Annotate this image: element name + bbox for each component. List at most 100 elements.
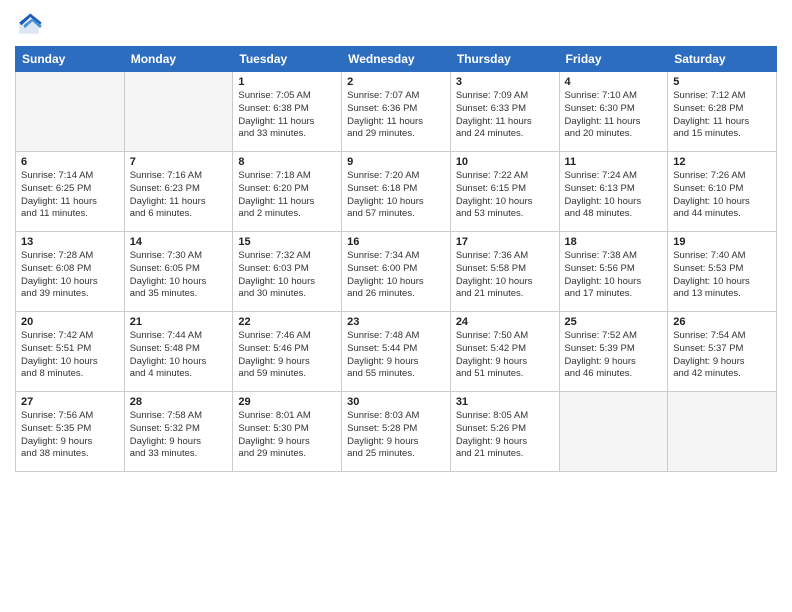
cell-text-line: Daylight: 11 hours — [130, 196, 228, 209]
cell-text-line: Sunrise: 7:32 AM — [238, 250, 336, 263]
calendar-cell: 26Sunrise: 7:54 AMSunset: 5:37 PMDayligh… — [668, 312, 777, 392]
day-number: 2 — [347, 76, 445, 88]
day-number: 27 — [21, 396, 119, 408]
calendar-cell: 9Sunrise: 7:20 AMSunset: 6:18 PMDaylight… — [342, 152, 451, 232]
cell-text-line: Sunset: 5:35 PM — [21, 423, 119, 436]
cell-text-line: and 46 minutes. — [565, 368, 663, 381]
cell-text-line: Sunset: 6:25 PM — [21, 183, 119, 196]
day-number: 29 — [238, 396, 336, 408]
calendar-cell: 23Sunrise: 7:48 AMSunset: 5:44 PMDayligh… — [342, 312, 451, 392]
day-number: 6 — [21, 156, 119, 168]
cell-text-line: Sunset: 5:46 PM — [238, 343, 336, 356]
cell-text-line: Sunrise: 7:48 AM — [347, 330, 445, 343]
day-number: 19 — [673, 236, 771, 248]
cell-text-line: Daylight: 9 hours — [673, 356, 771, 369]
cell-text-line: Daylight: 10 hours — [456, 276, 554, 289]
day-number: 4 — [565, 76, 663, 88]
cell-text-line: Daylight: 10 hours — [347, 196, 445, 209]
day-number: 14 — [130, 236, 228, 248]
cell-text-line: and 42 minutes. — [673, 368, 771, 381]
cell-text-line: Sunset: 6:03 PM — [238, 263, 336, 276]
page-header — [15, 10, 777, 38]
day-header-saturday: Saturday — [668, 47, 777, 72]
cell-text-line: Sunrise: 7:09 AM — [456, 90, 554, 103]
day-number: 3 — [456, 76, 554, 88]
day-header-tuesday: Tuesday — [233, 47, 342, 72]
calendar-table: SundayMondayTuesdayWednesdayThursdayFrid… — [15, 46, 777, 472]
cell-text-line: Daylight: 11 hours — [673, 116, 771, 129]
logo-icon — [15, 10, 43, 38]
cell-text-line: and 8 minutes. — [21, 368, 119, 381]
calendar-cell: 3 Sunrise: 7:09 AMSunset: 6:33 PMDaylight… — [450, 72, 559, 152]
calendar-cell: 28Sunrise: 7:58 AMSunset: 5:32 PMDayligh… — [124, 392, 233, 472]
cell-text-line: Daylight: 11 hours — [456, 116, 554, 129]
calendar-cell: 24Sunrise: 7:50 AMSunset: 5:42 PMDayligh… — [450, 312, 559, 392]
cell-text-line: Sunset: 6:08 PM — [21, 263, 119, 276]
day-number: 25 — [565, 316, 663, 328]
cell-text-line: and 2 minutes. — [238, 208, 336, 221]
day-number: 7 — [130, 156, 228, 168]
calendar-cell: 5Sunrise: 7:12 AMSunset: 6:28 PMDaylight… — [668, 72, 777, 152]
cell-text-line: Sunset: 5:58 PM — [456, 263, 554, 276]
day-number: 26 — [673, 316, 771, 328]
cell-text-line: Sunrise: 7:26 AM — [673, 170, 771, 183]
cell-text-line: and 57 minutes. — [347, 208, 445, 221]
calendar-cell: 22 Sunrise: 7:46 AMSunset: 5:46 PMDayligh… — [233, 312, 342, 392]
calendar-cell: 25Sunrise: 7:52 AMSunset: 5:39 PMDayligh… — [559, 312, 668, 392]
cell-text-line: and 53 minutes. — [456, 208, 554, 221]
calendar-cell: 6Sunrise: 7:14 AMSunset: 6:25 PMDaylight… — [16, 152, 125, 232]
day-number: 18 — [565, 236, 663, 248]
cell-text-line: and 33 minutes. — [238, 128, 336, 141]
cell-text-line: and 24 minutes. — [456, 128, 554, 141]
cell-text-line: Sunrise: 7:24 AM — [565, 170, 663, 183]
day-number: 24 — [456, 316, 554, 328]
cell-text-line: Sunset: 6:00 PM — [347, 263, 445, 276]
cell-text-line: Sunset: 5:32 PM — [130, 423, 228, 436]
cell-text-line: Daylight: 10 hours — [21, 356, 119, 369]
cell-text-line: Sunrise: 7:58 AM — [130, 410, 228, 423]
calendar-cell: 18Sunrise: 7:38 AMSunset: 5:56 PMDayligh… — [559, 232, 668, 312]
cell-text-line: Daylight: 9 hours — [238, 356, 336, 369]
cell-text-line: and 26 minutes. — [347, 288, 445, 301]
cell-text-line: Sunrise: 7:22 AM — [456, 170, 554, 183]
cell-text-line: Daylight: 10 hours — [456, 196, 554, 209]
cell-text-line: and 25 minutes. — [347, 448, 445, 461]
cell-text-line: and 29 minutes. — [238, 448, 336, 461]
cell-text-line: Sunrise: 7:05 AM — [238, 90, 336, 103]
cell-text-line: Sunrise: 7:56 AM — [21, 410, 119, 423]
cell-text-line: Sunset: 5:51 PM — [21, 343, 119, 356]
calendar-cell: 20Sunrise: 7:42 AMSunset: 5:51 PMDayligh… — [16, 312, 125, 392]
cell-text-line: Daylight: 10 hours — [238, 276, 336, 289]
cell-text-line: and 21 minutes. — [456, 448, 554, 461]
cell-text-line: Sunset: 5:42 PM — [456, 343, 554, 356]
calendar-cell: 16Sunrise: 7:34 AMSunset: 6:00 PMDayligh… — [342, 232, 451, 312]
cell-text-line: Daylight: 10 hours — [347, 276, 445, 289]
cell-text-line: Sunrise: 7:54 AM — [673, 330, 771, 343]
day-number: 22 — [238, 316, 336, 328]
cell-text-line: Sunrise: 7:50 AM — [456, 330, 554, 343]
cell-text-line: Sunset: 6:38 PM — [238, 103, 336, 116]
cell-text-line: Daylight: 9 hours — [347, 436, 445, 449]
cell-text-line: Sunrise: 7:38 AM — [565, 250, 663, 263]
day-number: 1 — [238, 76, 336, 88]
cell-text-line: Sunrise: 8:05 AM — [456, 410, 554, 423]
cell-text-line: Sunrise: 7:34 AM — [347, 250, 445, 263]
day-header-monday: Monday — [124, 47, 233, 72]
cell-text-line: Daylight: 9 hours — [456, 436, 554, 449]
day-number: 5 — [673, 76, 771, 88]
cell-text-line: Sunset: 5:26 PM — [456, 423, 554, 436]
cell-text-line: Daylight: 10 hours — [673, 196, 771, 209]
calendar-cell: 17Sunrise: 7:36 AMSunset: 5:58 PMDayligh… — [450, 232, 559, 312]
cell-text-line: Sunrise: 7:20 AM — [347, 170, 445, 183]
calendar-cell: 19Sunrise: 7:40 AMSunset: 5:53 PMDayligh… — [668, 232, 777, 312]
cell-text-line: Sunrise: 7:46 AM — [238, 330, 336, 343]
cell-text-line: and 29 minutes. — [347, 128, 445, 141]
cell-text-line: Sunset: 6:33 PM — [456, 103, 554, 116]
cell-text-line: Sunrise: 8:01 AM — [238, 410, 336, 423]
cell-text-line: Sunset: 6:13 PM — [565, 183, 663, 196]
cell-text-line: Sunrise: 7:52 AM — [565, 330, 663, 343]
day-number: 21 — [130, 316, 228, 328]
cell-text-line: Sunset: 6:15 PM — [456, 183, 554, 196]
cell-text-line: Daylight: 10 hours — [565, 276, 663, 289]
cell-text-line: Sunset: 5:44 PM — [347, 343, 445, 356]
